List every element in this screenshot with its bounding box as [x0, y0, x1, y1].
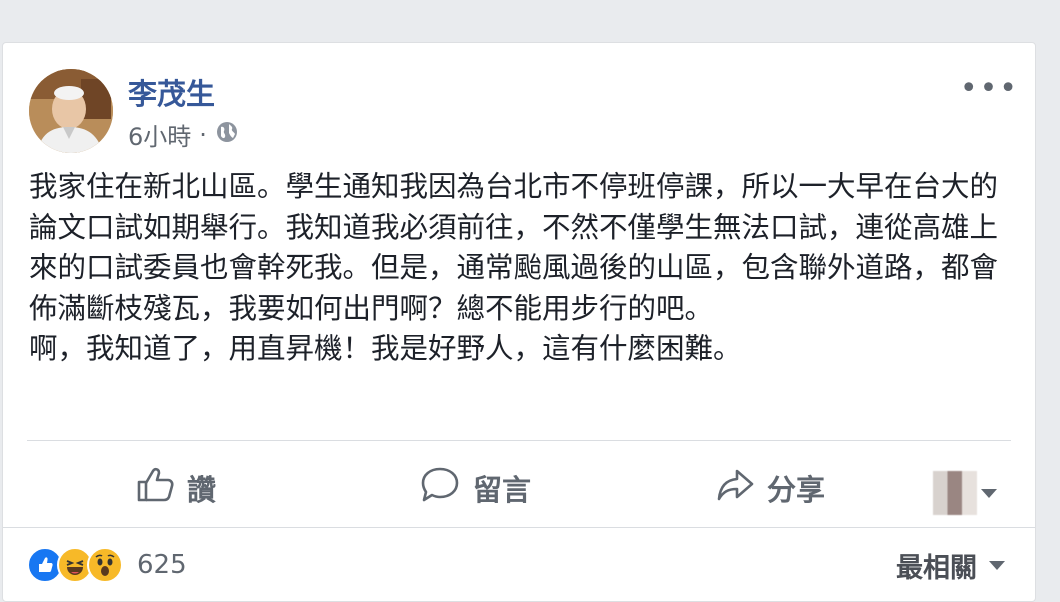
like-label: 讚 — [187, 473, 217, 507]
comment-bubble-icon — [419, 465, 461, 512]
reaction-count[interactable]: 625 — [137, 543, 187, 587]
post-paragraph: 我家住在新北山區。學生通知我因為台北市不停班停課，所以一大早在台大的論文口試如期… — [29, 170, 999, 325]
more-options-button[interactable]: ••• — [960, 71, 1019, 106]
thumbs-up-icon — [135, 465, 175, 512]
comment-label: 留言 — [473, 473, 532, 507]
post-meta: 6小時 · — [128, 117, 239, 152]
actions-divider — [27, 440, 1011, 441]
wow-reaction-icon — [87, 547, 123, 583]
author-photo — [29, 69, 113, 153]
comment-sort-dropdown[interactable]: 最相關 — [896, 543, 1005, 587]
profile-avatar-thumbnail — [933, 471, 977, 515]
meta-separator: · — [199, 120, 207, 149]
globe-icon[interactable] — [215, 120, 239, 150]
post-paragraph: 啊，我知道了，用直昇機！我是好野人，這有什麼困難。 — [29, 332, 742, 365]
post-actions: 讚 留言 分享 — [3, 463, 1035, 515]
post-card: 李茂生 6小時 · ••• 我家住在新北山區。學生通知我因為台北市不停班停課，所… — [2, 42, 1036, 602]
post-body: 我家住在新北山區。學生通知我因為台北市不停班停課，所以一大早在台大的論文口試如期… — [29, 167, 1009, 370]
post-footer: 625 最相關 — [3, 543, 1035, 593]
reactions-summary[interactable] — [27, 547, 123, 583]
share-arrow-icon — [715, 465, 755, 512]
footer-divider — [3, 527, 1035, 528]
sort-label: 最相關 — [896, 552, 977, 584]
post-timestamp[interactable]: 6小時 — [128, 117, 191, 152]
profile-selector[interactable] — [933, 471, 997, 515]
author-avatar[interactable] — [29, 69, 113, 153]
share-button[interactable]: 分享 — [715, 463, 825, 513]
like-button[interactable]: 讚 — [135, 463, 216, 513]
share-label: 分享 — [767, 473, 826, 507]
chevron-down-icon — [989, 560, 1005, 570]
author-name[interactable]: 李茂生 — [128, 71, 215, 113]
chevron-down-icon — [981, 488, 997, 498]
comment-button[interactable]: 留言 — [419, 463, 531, 513]
